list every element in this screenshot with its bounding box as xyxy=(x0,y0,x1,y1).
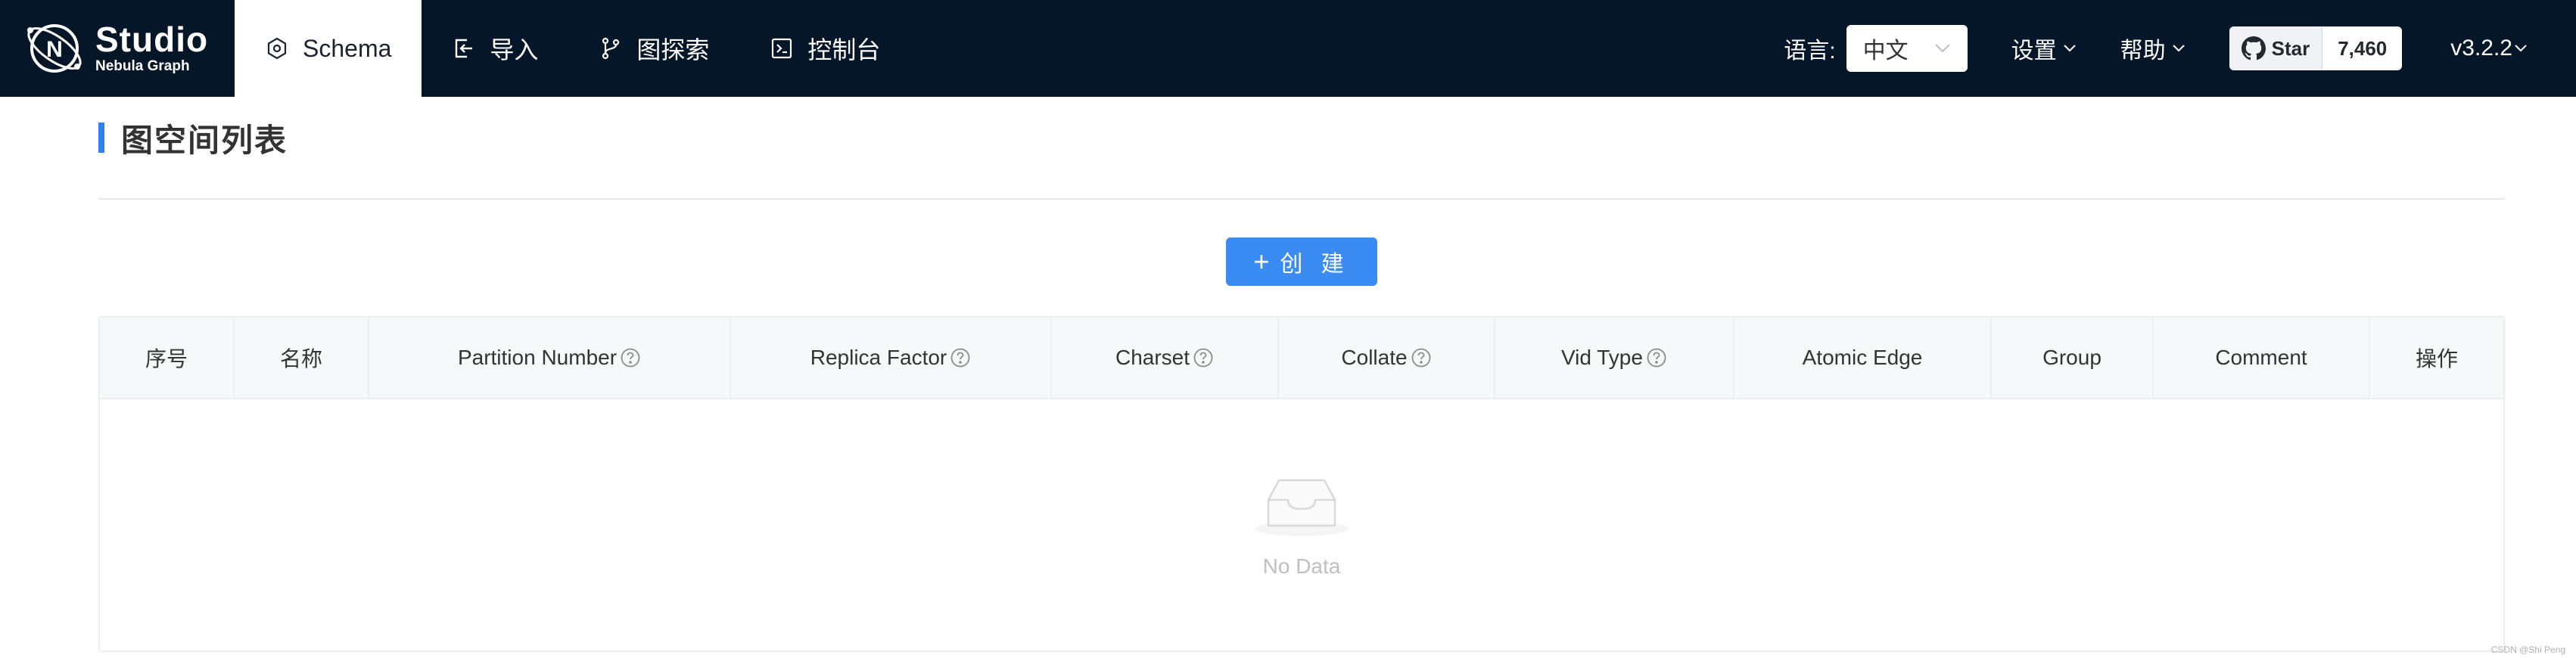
chevron-down-icon xyxy=(1934,44,1950,53)
chevron-down-icon xyxy=(2063,45,2076,52)
brand-subtitle: Nebula Graph xyxy=(95,58,190,74)
title-accent-bar xyxy=(98,123,104,153)
settings-menu[interactable]: 设置 xyxy=(2011,32,2077,65)
create-space-button[interactable]: + 创 建 xyxy=(1226,237,1377,286)
plus-icon: + xyxy=(1253,246,1270,277)
column-header-collate: Collate xyxy=(1279,318,1495,398)
logo-letter: N xyxy=(46,37,63,62)
column-header-label: Comment xyxy=(2215,346,2307,369)
table-header-row: 序号 名称 Partition Number Replica Factor Ch… xyxy=(100,318,2503,399)
column-header-name: 名称 xyxy=(235,318,369,398)
question-circle-icon[interactable] xyxy=(1646,347,1667,368)
nebula-logo-icon: N xyxy=(27,24,82,73)
github-icon xyxy=(2241,36,2266,61)
github-star-button[interactable]: Star xyxy=(2229,26,2323,70)
import-icon xyxy=(456,39,473,58)
space-list-table: 序号 名称 Partition Number Replica Factor Ch… xyxy=(98,316,2505,652)
nav-item-explore[interactable]: 图探索 xyxy=(568,0,739,97)
watermark: CSDN @Shi Peng xyxy=(2490,644,2565,655)
language-value: 中文 xyxy=(1862,39,1909,64)
table-empty-state: No Data xyxy=(100,401,2503,650)
top-navigation-bar: N Studio Nebula Graph Schema 导入 图探索 控制台 … xyxy=(0,0,2576,97)
question-circle-icon[interactable] xyxy=(1411,347,1432,368)
page-title-text: 图空间列表 xyxy=(121,122,288,158)
column-header-replica-factor: Replica Factor xyxy=(731,318,1052,398)
version-label: v3.2.2 xyxy=(2450,36,2512,61)
column-header-comment: Comment xyxy=(2154,318,2370,398)
language-select[interactable]: 中文 xyxy=(1846,25,1968,72)
column-header-atomic-edge: Atomic Edge xyxy=(1734,318,1992,398)
version-menu[interactable]: v3.2.2 xyxy=(2450,36,2528,61)
schema-icon xyxy=(267,37,287,60)
column-header-group: Group xyxy=(1992,318,2154,398)
column-header-label: 操作 xyxy=(2415,347,2458,371)
nav-item-schema[interactable]: Schema xyxy=(235,0,422,97)
nav-item-label: Schema xyxy=(303,34,392,62)
language-label: 语言: xyxy=(1784,39,1836,64)
column-header-label: 名称 xyxy=(279,347,322,371)
main-nav: Schema 导入 图探索 控制台 xyxy=(235,0,910,97)
column-header-partition-number: Partition Number xyxy=(369,318,731,398)
question-circle-icon[interactable] xyxy=(620,347,641,368)
console-icon xyxy=(772,38,792,59)
studio-logo[interactable]: N Studio Nebula Graph xyxy=(23,15,212,82)
page-title: 图空间列表 xyxy=(98,119,288,158)
column-header-label: Group xyxy=(2042,346,2102,369)
github-star-count[interactable]: 7,460 xyxy=(2322,26,2402,70)
column-header-label: Collate xyxy=(1341,346,1408,369)
empty-inbox-icon xyxy=(1255,479,1349,536)
chevron-down-icon xyxy=(2515,45,2527,52)
column-header-index: 序号 xyxy=(100,318,235,398)
help-menu[interactable]: 帮助 xyxy=(2120,32,2186,65)
nav-item-import[interactable]: 导入 xyxy=(422,0,568,97)
column-header-charset: Charset xyxy=(1052,318,1279,398)
question-circle-icon[interactable] xyxy=(950,347,971,368)
column-header-label: Charset xyxy=(1115,346,1190,369)
column-header-label: 序号 xyxy=(145,347,188,371)
column-header-label: Partition Number xyxy=(457,346,618,369)
brand-title: Studio xyxy=(95,20,209,59)
empty-text: No Data xyxy=(1262,554,1341,578)
chevron-down-icon xyxy=(2172,45,2185,52)
column-header-vid-type: Vid Type xyxy=(1495,318,1734,398)
column-header-label: Vid Type xyxy=(1561,346,1643,369)
column-header-label: Atomic Edge xyxy=(1802,346,1923,369)
title-divider xyxy=(98,198,2505,200)
settings-label: 设置 xyxy=(2011,39,2057,64)
column-header-actions: 操作 xyxy=(2370,318,2503,398)
explore-icon xyxy=(602,37,620,60)
header-right-area: 语言: 中文 设置 帮助 Star 7,460 v3.2.2 xyxy=(1784,0,2576,97)
github-star-widget: Star 7,460 xyxy=(2229,26,2403,70)
help-label: 帮助 xyxy=(2120,39,2166,64)
nav-item-label: 控制台 xyxy=(807,36,881,64)
question-circle-icon[interactable] xyxy=(1193,347,1214,368)
nav-item-label: 导入 xyxy=(490,36,539,64)
nav-item-console[interactable]: 控制台 xyxy=(739,0,910,97)
nav-item-label: 图探索 xyxy=(636,36,710,64)
github-star-label: Star xyxy=(2271,36,2310,60)
column-header-label: Replica Factor xyxy=(810,346,947,369)
create-button-label: 创 建 xyxy=(1280,252,1350,277)
